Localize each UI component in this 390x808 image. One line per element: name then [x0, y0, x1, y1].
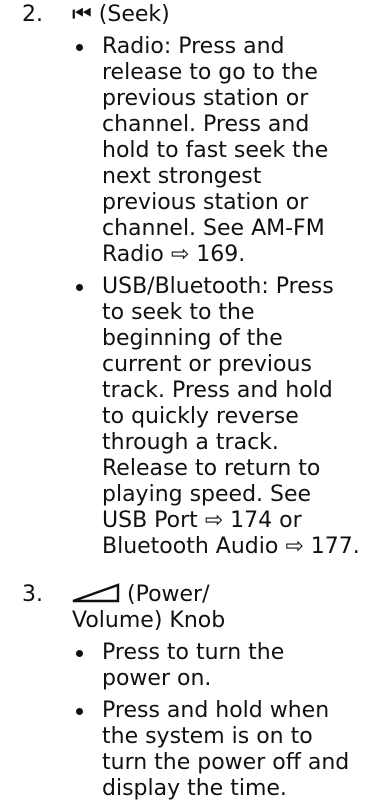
text-line: track. Press and hold — [102, 378, 333, 403]
bullet-item-radio: Radio: Press and release to go to the pr… — [62, 34, 390, 268]
heading-text: (Power/ — [127, 582, 210, 607]
text-line: display the time. — [102, 776, 287, 801]
text-line: turn the power off and — [102, 750, 350, 775]
text-line: Release to return to — [102, 456, 321, 481]
seek-heading-text: ⏮ (Seek) — [72, 2, 170, 27]
text-line-link[interactable]: USB Port ⇨ 174 or — [102, 508, 390, 534]
text-line: next strongest — [102, 164, 262, 189]
text-line: playing speed. See — [102, 482, 312, 507]
text-line: channel. See AM-FM — [102, 216, 325, 241]
item-number: 2. — [22, 2, 43, 27]
text-line: the system is on to — [102, 724, 313, 749]
text-line-link[interactable]: Radio ⇨ 169. — [102, 242, 390, 268]
text-line: previous station or — [102, 86, 309, 111]
text-line: current or previous — [102, 352, 312, 377]
text-line: beginning of the — [102, 326, 283, 351]
text-line: hold to fast seek the — [102, 138, 329, 163]
text-line: to seek to the — [102, 300, 255, 325]
volume-ramp-icon — [72, 583, 120, 603]
bullet-item-usb-bluetooth: USB/Bluetooth: Press to seek to the begi… — [62, 274, 390, 560]
power-bullet-list: Press to turn the power on. Press and ho… — [62, 640, 390, 808]
text-line: to quickly reverse — [102, 404, 299, 429]
manual-page: 2. ⏮ (Seek) Radio: Press and release to … — [0, 0, 390, 801]
text-line: power on. — [102, 666, 212, 691]
bullet-item-power-off: Press and hold when the system is on to … — [62, 698, 390, 802]
text-line: through a track. — [102, 430, 279, 455]
power-volume-heading-line1: (Power/ — [72, 582, 210, 607]
text-line: Press to turn the — [102, 640, 285, 665]
text-line: previous station or — [102, 190, 309, 215]
text-line: Press and hold when — [102, 698, 330, 723]
text-line: Radio: Press and — [102, 34, 285, 59]
text-line: release to go to the — [102, 60, 318, 85]
text-line-link[interactable]: Bluetooth Audio ⇨ 177. — [102, 534, 390, 560]
item-heading: (Power/ Volume) Knob — [72, 582, 225, 634]
bullet-item-power-on: Press to turn the power on. — [62, 640, 390, 692]
power-volume-heading-line2: Volume) Knob — [72, 608, 226, 633]
text-line: channel. Press and — [102, 112, 310, 137]
text-line: USB/Bluetooth: Press — [102, 274, 334, 299]
item-heading: ⏮ (Seek) — [72, 2, 170, 28]
seek-bullet-list: Radio: Press and release to go to the pr… — [62, 34, 390, 566]
item-number: 3. — [22, 582, 43, 607]
